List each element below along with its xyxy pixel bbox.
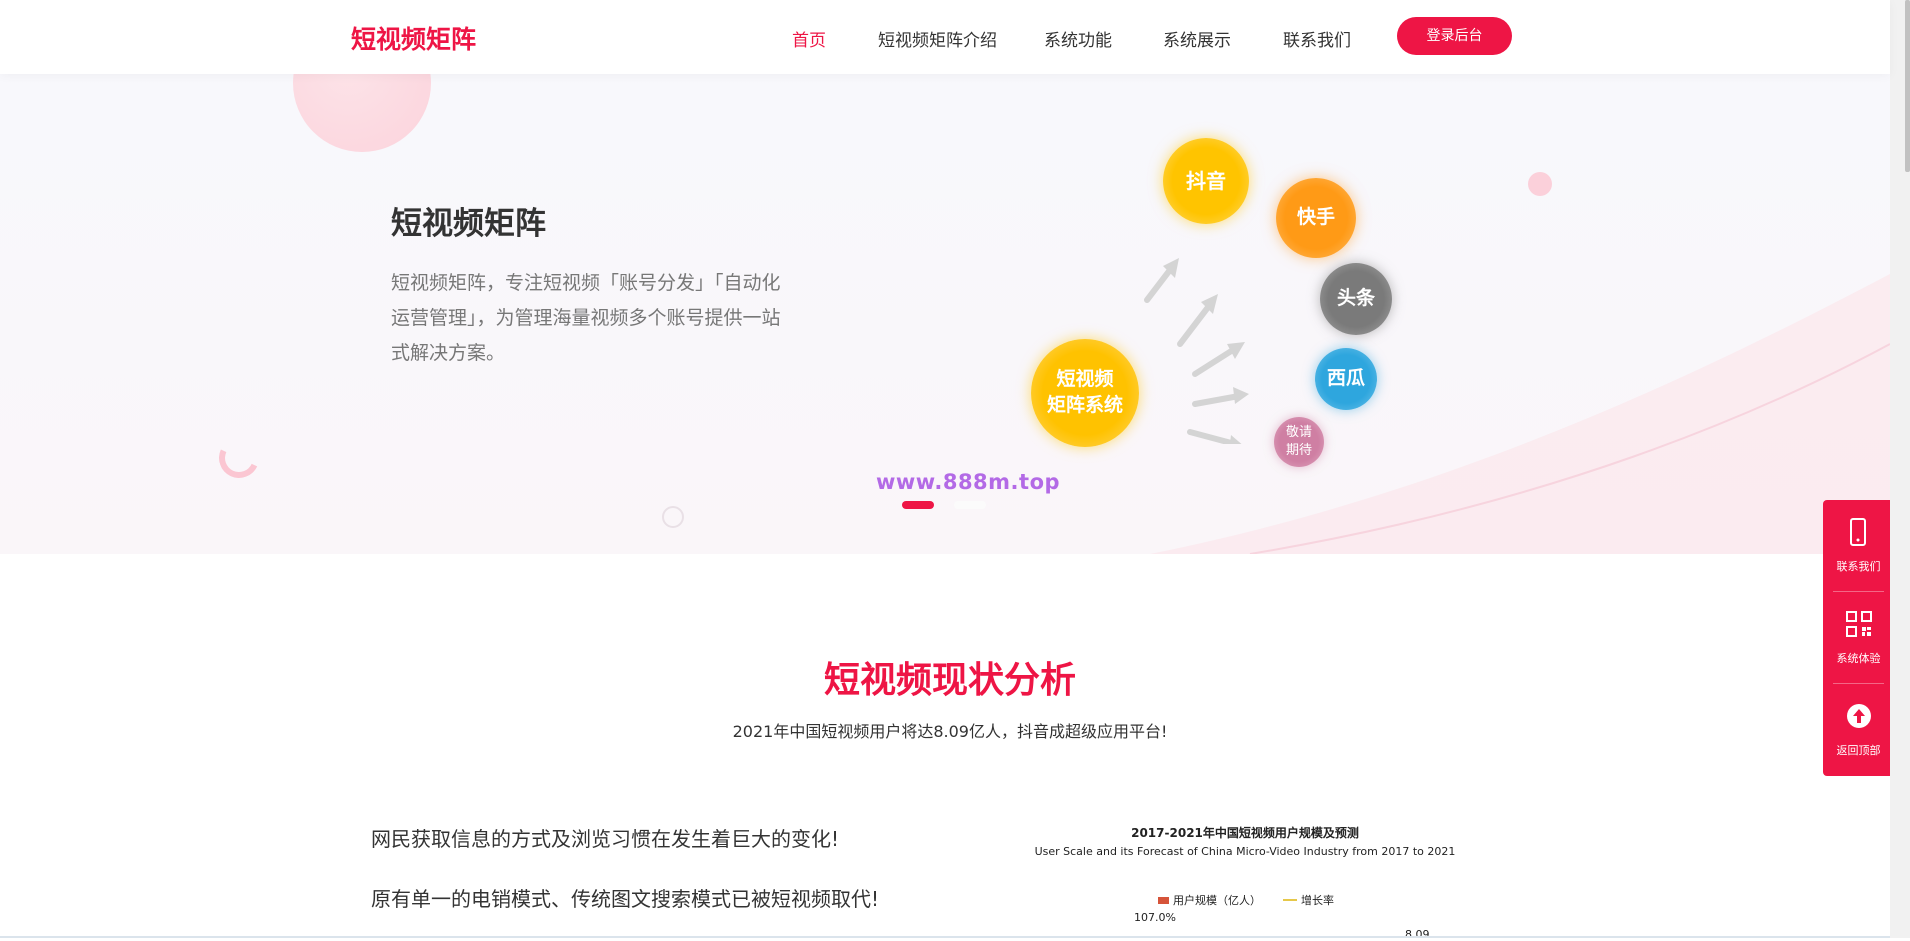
nav-home[interactable]: 首页 [792, 26, 826, 51]
nav-intro[interactable]: 短视频矩阵介绍 [878, 26, 997, 51]
sidebar-demo-button[interactable]: 系统体验 [1823, 592, 1894, 682]
nav-showcase[interactable]: 系统展示 [1163, 26, 1231, 51]
legend-bar-swatch [1158, 896, 1169, 904]
analysis-text-1: 网民获取信息的方式及浏览习惯在发生着巨大的变化! [371, 827, 840, 851]
legend-line-swatch [1283, 899, 1297, 901]
arrow-up-icon [1847, 704, 1871, 728]
site-header: 短视频矩阵 首页 短视频矩阵介绍 系统功能 系统展示 联系我们 登录后台 [0, 0, 1890, 74]
watermark-url: www.888m.top [876, 470, 1061, 494]
legend-user-scale: 用户规模（亿人） [1173, 894, 1261, 907]
hero-description: 短视频矩阵，专注短视频「账号分发」「自动化运营管理」，为管理海量视频多个账号提供… [391, 272, 781, 364]
xigua-bubble: 西瓜 [1315, 348, 1377, 410]
sidebar-demo-label: 系统体验 [1836, 652, 1881, 665]
nav-contact[interactable]: 联系我们 [1283, 26, 1351, 51]
chart-data-label: 8.09 [1405, 928, 1430, 941]
carousel-dot-1[interactable] [902, 501, 934, 509]
chart-data-label: 107.0% [1134, 911, 1176, 924]
arrows-icon [1144, 258, 1249, 444]
back-to-top-button[interactable]: 返回顶部 [1823, 684, 1894, 774]
kuaishou-bubble: 快手 [1276, 178, 1356, 258]
hero-title: 短视频矩阵 [391, 206, 546, 242]
section-title: 短视频现状分析 [823, 660, 1076, 701]
phone-icon [1850, 518, 1866, 546]
scrollbar-thumb[interactable] [1905, 0, 1910, 172]
chart-subtitle: User Scale and its Forecast of China Mic… [1034, 845, 1456, 858]
sidebar-contact-button[interactable]: 联系我们 [1823, 500, 1894, 590]
legend-growth-rate: 增长率 [1301, 894, 1334, 907]
sidebar-contact-label: 联系我们 [1836, 560, 1881, 573]
floating-sidebar: 联系我们 系统体验 返回顶部 [1823, 500, 1894, 776]
hero-banner: 短视频矩阵 短视频矩阵，专注短视频「账号分发」「自动化运营管理」，为管理海量视频… [0, 74, 1890, 554]
decor-ring [662, 506, 684, 528]
site-logo[interactable]: 短视频矩阵 [351, 20, 476, 56]
analysis-text-2: 原有单一的电销模式、传统图文搜索模式已被短视频取代! [371, 887, 880, 911]
chart-legend: 用户规模（亿人） 增长率 [1158, 892, 1334, 908]
section-subtitle: 2021年中国短视频用户将达8.09亿人，抖音成超级应用平台! [732, 722, 1168, 741]
douyin-bubble: 抖音 [1163, 138, 1249, 224]
nav-features[interactable]: 系统功能 [1044, 26, 1112, 51]
carousel-dot-2[interactable] [954, 501, 986, 509]
login-button[interactable]: 登录后台 [1397, 17, 1512, 55]
qr-code-icon [1846, 611, 1872, 637]
chart-title: 2017-2021年中国短视频用户规模及预测 [1131, 826, 1359, 840]
coming-soon-bubble: 敬请 期待 [1274, 417, 1324, 467]
back-to-top-label: 返回顶部 [1836, 744, 1881, 757]
decor-dot [1528, 172, 1552, 196]
matrix-system-bubble: 短视频 矩阵系统 [1031, 339, 1139, 447]
toutiao-bubble: 头条 [1320, 263, 1392, 335]
